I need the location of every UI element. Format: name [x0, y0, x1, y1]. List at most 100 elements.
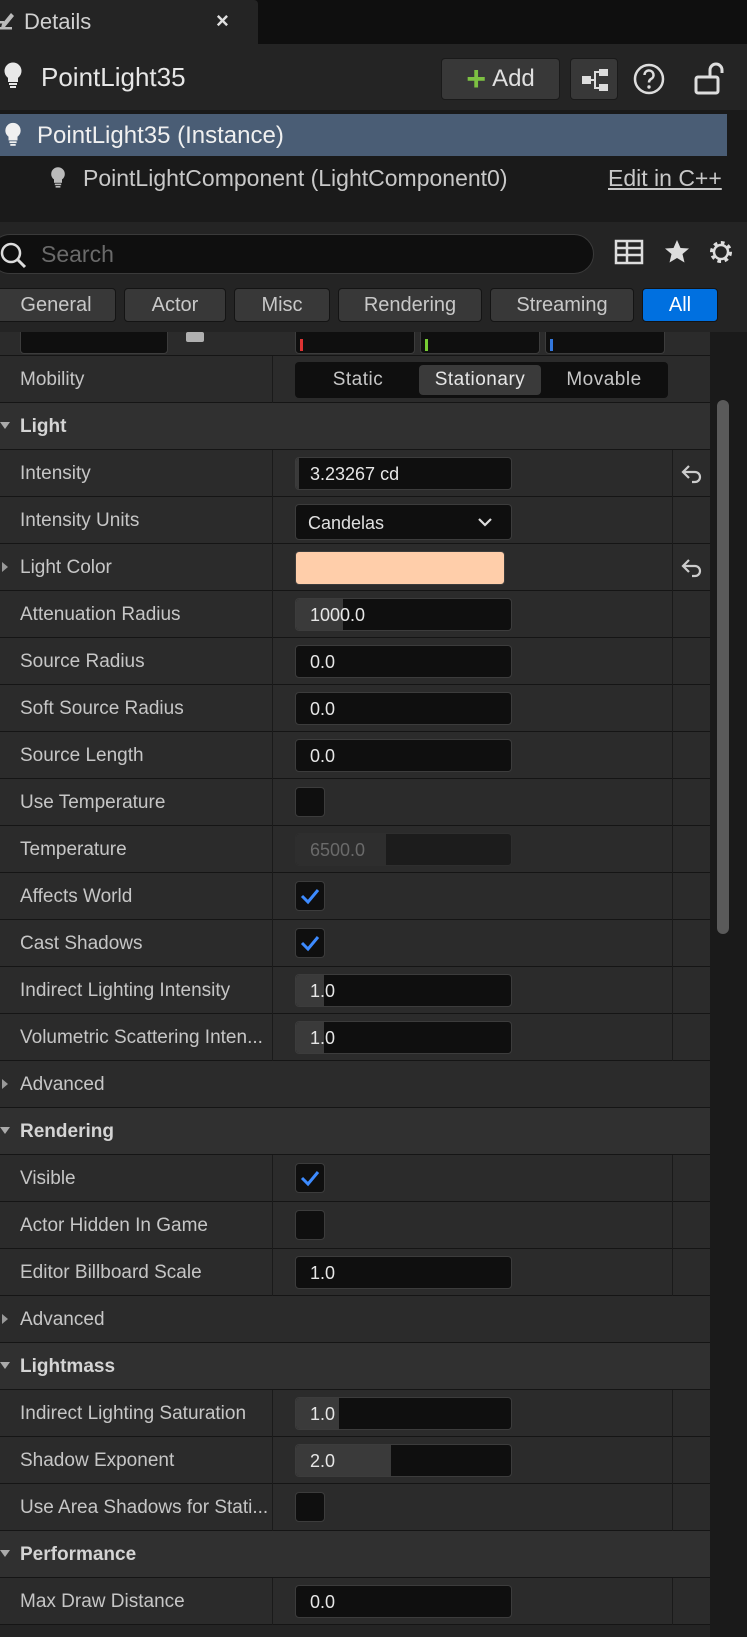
add-label: Add: [492, 65, 535, 92]
use-temperature-checkbox[interactable]: [295, 787, 325, 817]
light-color-label: Light Color: [20, 557, 112, 578]
blueprint-hierarchy-icon: [582, 69, 608, 91]
category-lightmass[interactable]: Lightmass: [0, 1343, 710, 1390]
checkmark-icon: [300, 1171, 320, 1187]
billboard-scale-field[interactable]: 1.0: [295, 1256, 512, 1289]
mobility-stationary[interactable]: Stationary: [419, 365, 541, 395]
add-component-button[interactable]: + Add: [441, 58, 560, 100]
expand-arrow-icon: [0, 1127, 10, 1134]
light-bulb-icon: [51, 167, 65, 188]
search-box: [0, 234, 594, 274]
soft-source-radius-value: 0.0: [310, 699, 336, 719]
search-input[interactable]: [41, 239, 561, 269]
gear-icon[interactable]: [704, 234, 738, 270]
temperature-value: 6500.0: [310, 840, 366, 860]
expand-arrow-icon: [0, 1550, 10, 1557]
category-light[interactable]: Light: [0, 403, 710, 450]
mobility-static[interactable]: Static: [299, 365, 417, 395]
reset-to-default-icon[interactable]: [680, 556, 704, 578]
tab-rendering[interactable]: Rendering: [338, 288, 482, 322]
tab-actor[interactable]: Actor: [124, 288, 226, 322]
tab-general[interactable]: General: [0, 288, 116, 322]
intensity-value: 3.23267 cd: [310, 464, 400, 484]
prop-use-temperature: Use Temperature: [0, 779, 710, 826]
scale-row: [0, 332, 710, 356]
reset-to-default-icon[interactable]: [680, 462, 704, 484]
component-instance-row[interactable]: PointLight35 (Instance): [0, 114, 727, 156]
source-length-value: 0.0: [310, 746, 336, 766]
close-icon[interactable]: ×: [216, 8, 229, 34]
mobility-movable[interactable]: Movable: [543, 365, 665, 395]
scale-x-field[interactable]: [295, 332, 415, 354]
scale-y-field[interactable]: [420, 332, 540, 354]
edit-in-cpp-link[interactable]: Edit in C++: [608, 165, 722, 192]
billboard-scale-label: Editor Billboard Scale: [20, 1262, 202, 1283]
scale-dropdown[interactable]: [20, 332, 168, 354]
prop-actor-hidden-in-game: Actor Hidden In Game: [0, 1202, 710, 1249]
indirect-lighting-intensity-value: 1.0: [310, 981, 336, 1001]
expand-arrow-icon: [0, 1362, 10, 1369]
light-bulb-icon: [5, 122, 21, 146]
plus-icon: +: [466, 60, 487, 98]
prop-cast-shadows: Cast Shadows: [0, 920, 710, 967]
filter-tabs: General Actor Misc Rendering Streaming A…: [0, 284, 747, 332]
prop-intensity: Intensity 3.23267 cd: [0, 450, 710, 497]
prop-light-color: Light Color: [0, 544, 710, 591]
visible-checkbox[interactable]: [295, 1163, 325, 1193]
prop-max-draw-distance: Max Draw Distance 0.0: [0, 1578, 710, 1625]
category-label: Lightmass: [20, 1356, 116, 1377]
mobility-selector: Static Stationary Movable: [295, 362, 668, 398]
category-label: Rendering: [20, 1121, 114, 1142]
intensity-label: Intensity: [20, 463, 91, 484]
affects-world-label: Affects World: [20, 886, 133, 907]
expand-arrow-icon: [0, 422, 10, 429]
billboard-scale-value: 1.0: [310, 1263, 336, 1283]
cast-shadows-checkbox[interactable]: [295, 928, 325, 958]
light-advanced-row[interactable]: Advanced: [0, 1061, 710, 1108]
indirect-lighting-intensity-field[interactable]: 1.0: [295, 974, 512, 1007]
component-child-row[interactable]: PointLightComponent (LightComponent0) Ed…: [0, 156, 727, 198]
affects-world-checkbox[interactable]: [295, 881, 325, 911]
table-view-icon[interactable]: [612, 234, 646, 270]
tab-misc[interactable]: Misc: [234, 288, 330, 322]
intensity-units-dropdown[interactable]: Candelas: [295, 504, 512, 540]
actor-hidden-checkbox[interactable]: [295, 1210, 325, 1240]
max-draw-distance-field[interactable]: 0.0: [295, 1585, 512, 1618]
unlock-icon[interactable]: [692, 60, 726, 96]
intensity-field[interactable]: 3.23267 cd: [295, 457, 512, 490]
indirect-saturation-field[interactable]: 1.0: [295, 1397, 512, 1430]
prop-source-length: Source Length 0.0: [0, 732, 710, 779]
checkmark-icon: [300, 889, 320, 905]
source-length-field[interactable]: 0.0: [295, 739, 512, 772]
scrollbar-thumb[interactable]: [717, 400, 729, 934]
blueprint-button[interactable]: [570, 58, 618, 100]
tab-streaming[interactable]: Streaming: [490, 288, 634, 322]
tab-all[interactable]: All: [642, 288, 718, 322]
shadow-exponent-field[interactable]: 2.0: [295, 1444, 512, 1477]
category-rendering[interactable]: Rendering: [0, 1108, 710, 1155]
indirect-saturation-label: Indirect Lighting Saturation: [20, 1403, 247, 1424]
lock-icon[interactable]: [186, 332, 204, 342]
mobility-label: Mobility: [20, 369, 85, 390]
component-instance-label: PointLight35 (Instance): [37, 122, 284, 149]
expand-arrow-icon[interactable]: [2, 562, 8, 572]
source-radius-value: 0.0: [310, 652, 336, 672]
volumetric-scattering-field[interactable]: 1.0: [295, 1021, 512, 1054]
details-tab[interactable]: Details ×: [0, 0, 258, 44]
category-performance[interactable]: Performance: [0, 1531, 710, 1578]
prop-attenuation-radius: Attenuation Radius 1000.0: [0, 591, 710, 638]
help-icon[interactable]: [632, 62, 666, 96]
expand-arrow-icon: [2, 1314, 8, 1324]
use-area-shadows-checkbox[interactable]: [295, 1492, 325, 1522]
actor-header: PointLight35 + Add: [0, 44, 747, 110]
prop-visible: Visible: [0, 1155, 710, 1202]
light-color-swatch[interactable]: [295, 551, 505, 585]
rendering-advanced-row[interactable]: Advanced: [0, 1296, 710, 1343]
prop-soft-source-radius: Soft Source Radius 0.0: [0, 685, 710, 732]
prop-indirect-lighting-intensity: Indirect Lighting Intensity 1.0: [0, 967, 710, 1014]
scale-z-field[interactable]: [545, 332, 665, 354]
attenuation-radius-field[interactable]: 1000.0: [295, 598, 512, 631]
soft-source-radius-field[interactable]: 0.0: [295, 692, 512, 725]
source-radius-field[interactable]: 0.0: [295, 645, 512, 678]
star-icon[interactable]: [660, 234, 694, 270]
